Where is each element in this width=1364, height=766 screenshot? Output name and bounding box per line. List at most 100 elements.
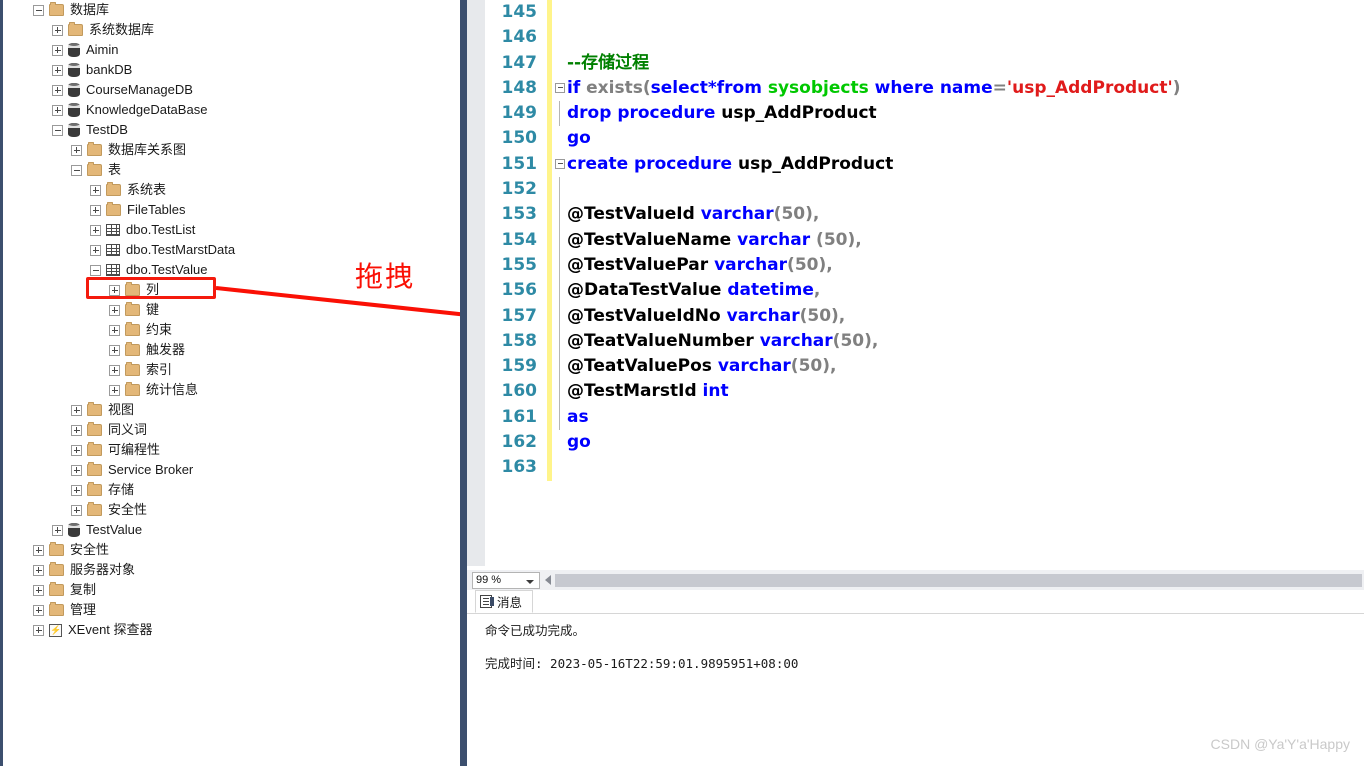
tree-node[interactable]: 安全性 [3, 500, 458, 520]
code-text: @TeatValueNumber varchar(50), [567, 329, 878, 354]
code-lines[interactable]: 145 146 147 --存储过程 148 if exists(select*from … [467, 0, 1364, 481]
scroll-left-arrow-icon[interactable] [545, 575, 551, 585]
tree-node[interactable]: FileTables [3, 200, 458, 220]
expand-plus-icon[interactable] [71, 404, 82, 416]
tree-node[interactable]: KnowledgeDataBase [3, 100, 458, 120]
tree-node[interactable]: 数据库关系图 [3, 140, 458, 160]
code-line[interactable]: 159 @TeatValuePos varchar(50), [467, 354, 1364, 380]
code-line[interactable]: 163 [467, 455, 1364, 481]
tree-node[interactable]: 存储 [3, 480, 458, 500]
expand-plus-icon[interactable] [71, 464, 82, 476]
tree-node[interactable]: 索引 [3, 360, 458, 380]
tree-node[interactable]: 表 [3, 160, 458, 180]
expand-plus-icon[interactable] [71, 444, 82, 456]
code-line[interactable]: 149 drop procedure usp_AddProduct [467, 101, 1364, 127]
tree-node[interactable]: 复制 [3, 580, 458, 600]
code-line[interactable]: 154 @TestValueName varchar (50), [467, 227, 1364, 253]
code-fold-guide-line [559, 328, 560, 355]
tree-node[interactable]: dbo.TestList [3, 220, 458, 240]
expand-plus-icon[interactable] [71, 484, 82, 496]
expand-plus-icon[interactable] [52, 84, 63, 96]
code-line[interactable]: 151 create procedure usp_AddProduct [467, 151, 1364, 178]
code-fold-toggle-icon[interactable] [555, 158, 565, 169]
expand-plus-icon[interactable] [109, 304, 120, 316]
code-line[interactable]: 162 go [467, 430, 1364, 456]
code-line[interactable]: 147 --存储过程 [467, 50, 1364, 76]
collapse-minus-icon[interactable] [90, 264, 101, 276]
tree-node[interactable]: ⚡ XEvent 探查器 [3, 620, 458, 640]
tree-node[interactable]: TestDB [3, 120, 458, 140]
tree-node[interactable]: 系统数据库 [3, 20, 458, 40]
tree-node[interactable]: 服务器对象 [3, 560, 458, 580]
expand-plus-icon[interactable] [52, 524, 63, 536]
sql-code-editor[interactable]: 145 146 147 --存储过程 148 if exists(select*from … [467, 0, 1364, 566]
tree-node[interactable]: 视图 [3, 400, 458, 420]
code-line[interactable]: 156 @DataTestValue datetime, [467, 278, 1364, 304]
code-line[interactable]: 148 if exists(select*from sysobjects wher… [467, 75, 1364, 102]
expand-plus-icon[interactable] [109, 324, 120, 336]
code-fold-toggle-icon[interactable] [555, 82, 565, 93]
code-line[interactable]: 157 @TestValueIdNo varchar(50), [467, 303, 1364, 329]
expand-plus-icon[interactable] [33, 544, 44, 556]
expand-plus-icon[interactable] [33, 604, 44, 616]
ssms-window: 数据库 系统数据库 Aimin bankDB CourseManageDB Knowled… [0, 0, 1364, 766]
code-token: (50), [790, 356, 837, 377]
code-line[interactable]: 153 @TestValueId varchar(50), [467, 202, 1364, 228]
collapse-minus-icon[interactable] [33, 4, 44, 16]
code-line[interactable]: 155 @TestValuePar varchar(50), [467, 252, 1364, 279]
code-line[interactable]: 150 go [467, 126, 1364, 152]
tree-node[interactable]: 安全性 [3, 540, 458, 560]
folder-icon [125, 382, 140, 396]
expand-plus-icon[interactable] [71, 144, 82, 156]
code-line[interactable]: 158 @TeatValueNumber varchar(50), [467, 328, 1364, 355]
expand-plus-icon[interactable] [52, 24, 63, 36]
messages-tab-bar: 消息 [467, 590, 1364, 614]
code-line[interactable]: 152 [467, 177, 1364, 203]
tree-node[interactable]: 键 [3, 300, 458, 320]
tree-node[interactable]: 数据库 [3, 0, 458, 20]
tree-node[interactable]: bankDB [3, 60, 458, 80]
code-token: exists [586, 77, 643, 98]
expand-plus-icon[interactable] [109, 344, 120, 356]
code-line[interactable]: 145 [467, 0, 1364, 26]
expand-plus-icon[interactable] [52, 64, 63, 76]
tree-node[interactable]: Service Broker [3, 460, 458, 480]
expand-plus-icon[interactable] [71, 424, 82, 436]
tree-node[interactable]: 同义词 [3, 420, 458, 440]
expand-plus-icon[interactable] [33, 624, 44, 636]
tree-node[interactable]: 可编程性 [3, 440, 458, 460]
expand-plus-icon[interactable] [33, 584, 44, 596]
expand-plus-icon[interactable] [52, 104, 63, 116]
expand-plus-icon[interactable] [71, 504, 82, 516]
horizontal-scrollbar[interactable] [555, 573, 1362, 587]
code-line[interactable]: 161 as [467, 404, 1364, 431]
expand-plus-icon[interactable] [90, 224, 101, 236]
folder-icon [49, 562, 64, 576]
chevron-down-icon[interactable] [526, 579, 534, 584]
zoom-level-dropdown[interactable]: 99 % [472, 571, 540, 589]
collapse-minus-icon[interactable] [71, 164, 82, 176]
expand-plus-icon[interactable] [33, 564, 44, 576]
expand-plus-icon[interactable] [90, 184, 101, 196]
expand-plus-icon[interactable] [90, 204, 101, 216]
tree-node[interactable]: 系统表 [3, 180, 458, 200]
code-line[interactable]: 160 @TestMarstId int [467, 379, 1364, 405]
collapse-minus-icon[interactable] [52, 124, 63, 136]
code-line[interactable]: 146 [467, 25, 1364, 51]
tree-node[interactable]: TestValue [3, 520, 458, 540]
expand-plus-icon[interactable] [109, 284, 120, 296]
tree-node[interactable]: CourseManageDB [3, 80, 458, 100]
tree-node[interactable]: 触发器 [3, 340, 458, 360]
tree-node[interactable]: Aimin [3, 40, 458, 60]
object-explorer-tree[interactable]: 数据库 系统数据库 Aimin bankDB CourseManageDB Knowled… [3, 0, 458, 640]
tab-messages[interactable]: 消息 [475, 590, 534, 613]
tree-node[interactable]: 统计信息 [3, 380, 458, 400]
line-number: 156 [501, 280, 538, 301]
code-token: varchar [714, 254, 788, 275]
expand-plus-icon[interactable] [52, 44, 63, 56]
expand-plus-icon[interactable] [109, 384, 120, 396]
tree-node[interactable]: 约束 [3, 320, 458, 340]
tree-node[interactable]: 管理 [3, 600, 458, 620]
expand-plus-icon[interactable] [90, 244, 101, 256]
expand-plus-icon[interactable] [109, 364, 120, 376]
